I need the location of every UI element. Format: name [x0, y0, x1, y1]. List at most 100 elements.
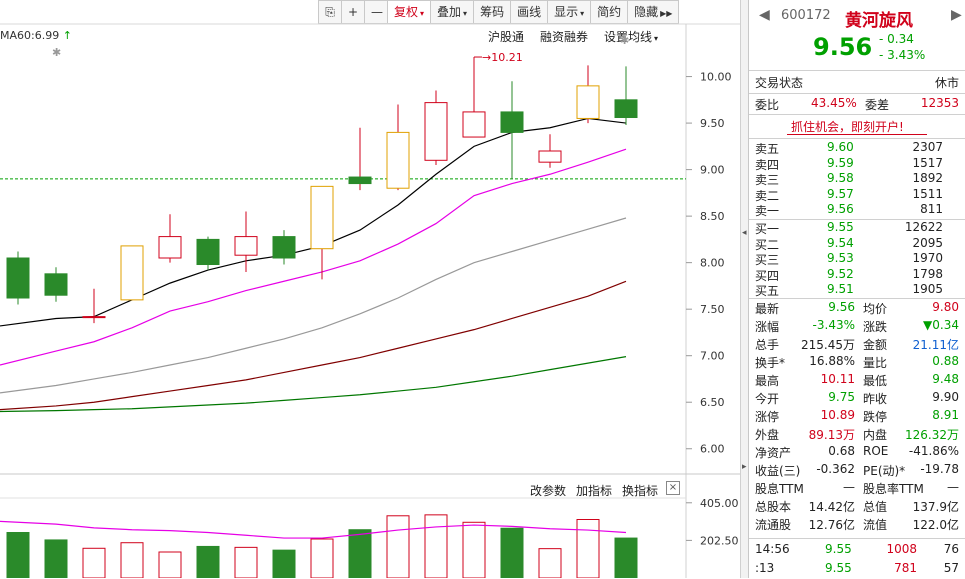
weibi-value: 43.45%	[811, 96, 857, 110]
stat-value: 215.45万	[801, 338, 855, 352]
stat-value: 122.0亿	[912, 518, 959, 532]
candle[interactable]	[538, 134, 562, 168]
stat-value: —	[947, 480, 959, 494]
candle[interactable]	[120, 245, 144, 301]
bid-row: 买五 9.51 1905	[755, 282, 961, 298]
close-indicator-button[interactable]: ×	[666, 481, 680, 495]
stat-row: 流通股 12.76亿 流值 122.0亿	[755, 516, 961, 534]
candle-body	[310, 185, 334, 250]
prev-stock-icon[interactable]: ◀	[759, 7, 770, 23]
candle-body	[82, 316, 106, 319]
price-change: - 0.34	[879, 32, 914, 46]
high-marker-label: →10.21	[482, 51, 523, 64]
candle[interactable]	[614, 66, 638, 125]
stat-value: 137.9亿	[912, 500, 959, 514]
stat-value: 14.42亿	[808, 500, 855, 514]
bid-price: 9.53	[827, 251, 854, 265]
ask-row: 卖四 9.59 1517	[755, 155, 961, 172]
candle[interactable]	[82, 288, 106, 324]
weibi-label: 委比	[755, 98, 780, 112]
candle[interactable]	[272, 230, 296, 265]
stat-label: 金额	[863, 338, 888, 352]
ask-row: 卖五 9.60 2307	[755, 140, 961, 156]
volume-bar	[500, 527, 524, 578]
marker-star-icon: ✱	[620, 34, 629, 47]
candle[interactable]	[386, 104, 410, 191]
candle[interactable]	[576, 65, 600, 124]
stat-label: 量比	[863, 356, 888, 370]
candle[interactable]	[44, 267, 68, 302]
volume-bar	[310, 538, 334, 578]
ask-price: 9.60	[827, 140, 854, 154]
candle-body	[348, 176, 372, 185]
stat-value: 0.88	[932, 354, 959, 368]
tick-row: 14:56 9.55 1008 76	[755, 542, 961, 560]
indicator-link-2[interactable]: 换指标	[622, 482, 658, 499]
ask-label: 卖五	[755, 142, 780, 156]
stat-value: 9.90	[932, 390, 959, 404]
stat-row: 今开 9.75 昨收 9.90	[755, 390, 961, 408]
indicator-link-1[interactable]: 加指标	[576, 482, 612, 499]
bid-price: 9.52	[827, 266, 854, 281]
indicator-link-0[interactable]: 改参数	[530, 482, 566, 499]
stat-value: 10.89	[820, 408, 855, 422]
volume-bar	[120, 542, 144, 578]
candle[interactable]	[6, 251, 30, 305]
candle[interactable]	[348, 127, 372, 191]
last-price: 9.56	[813, 33, 873, 61]
quote-panel: ◀ 600172 黄河旋风 ▶ 9.56 - 0.34 - 3.43% 交易状态…	[748, 0, 965, 578]
candle[interactable]	[424, 90, 448, 165]
candle[interactable]	[158, 214, 182, 263]
candle[interactable]	[196, 236, 220, 271]
stat-label: 最新	[755, 302, 780, 316]
tick-count: 57	[943, 561, 959, 575]
volume-bar	[348, 529, 372, 578]
candle[interactable]	[462, 57, 486, 138]
tick-price: 9.55	[825, 561, 852, 575]
stat-label: 涨幅	[755, 320, 780, 334]
ask-row: 卖一 9.56 811	[755, 202, 961, 218]
candle[interactable]	[310, 185, 334, 280]
ask-label: 卖一	[755, 204, 780, 218]
next-stock-icon[interactable]: ▶	[951, 7, 962, 23]
ask-price: 9.59	[827, 155, 854, 170]
candle-body	[158, 236, 182, 259]
candle-body	[576, 85, 600, 119]
stock-code: 600172	[781, 8, 831, 23]
bid-volume: 1798	[912, 266, 943, 281]
stat-label: 换手*	[755, 356, 786, 370]
ma-line-ma60	[0, 356, 627, 413]
tick-time: 14:56	[755, 542, 790, 556]
chart-area[interactable]: ⎘ + — 复权 ▾ 叠加 ▾ 筹码 画线 显示 ▾ 简约 隐藏 ▶▶ MA60:6.99 ↑ 沪股通 融资…	[0, 0, 740, 578]
open-account-link[interactable]: 抓住机会，即刻开户!	[791, 118, 904, 135]
stat-value: 89.13万	[808, 428, 855, 442]
candle-body	[196, 238, 220, 266]
stat-row: 涨幅 -3.43% 涨跌 ▼0.34	[755, 318, 961, 336]
expand-arrow-icon[interactable]: ▸	[742, 462, 747, 472]
ytick-label: 10.00	[700, 71, 732, 84]
weibi-row: 委比 43.45% 委差 12353	[755, 96, 961, 114]
ask-price: 9.56	[827, 202, 854, 216]
bid-label: 买四	[755, 268, 780, 283]
collapse-arrow-icon[interactable]: ◂	[742, 228, 747, 238]
candle-body	[462, 111, 486, 138]
volume-bar	[158, 551, 182, 578]
marker-star-icon: ✱	[52, 46, 61, 59]
ask-price: 9.58	[827, 171, 854, 185]
stat-value: 12.76亿	[808, 518, 855, 532]
stat-value: ▼0.34	[923, 318, 959, 332]
volume-bar	[196, 545, 220, 578]
stat-row: 收益(三) -0.362 PE(动)* -19.78	[755, 462, 961, 480]
stat-value: 8.91	[932, 408, 959, 422]
bid-price: 9.54	[827, 235, 854, 250]
volume-bar	[82, 547, 106, 578]
stat-value: -41.86%	[908, 444, 959, 458]
candle-body	[386, 131, 410, 189]
candle-body	[44, 273, 68, 296]
stat-label: 总手	[755, 338, 780, 352]
stat-label: 今开	[755, 392, 780, 406]
ask-volume: 1892	[912, 171, 943, 185]
candle-body	[538, 150, 562, 163]
bid-row: 买一 9.55 12622	[755, 220, 961, 236]
candle[interactable]	[500, 81, 524, 179]
